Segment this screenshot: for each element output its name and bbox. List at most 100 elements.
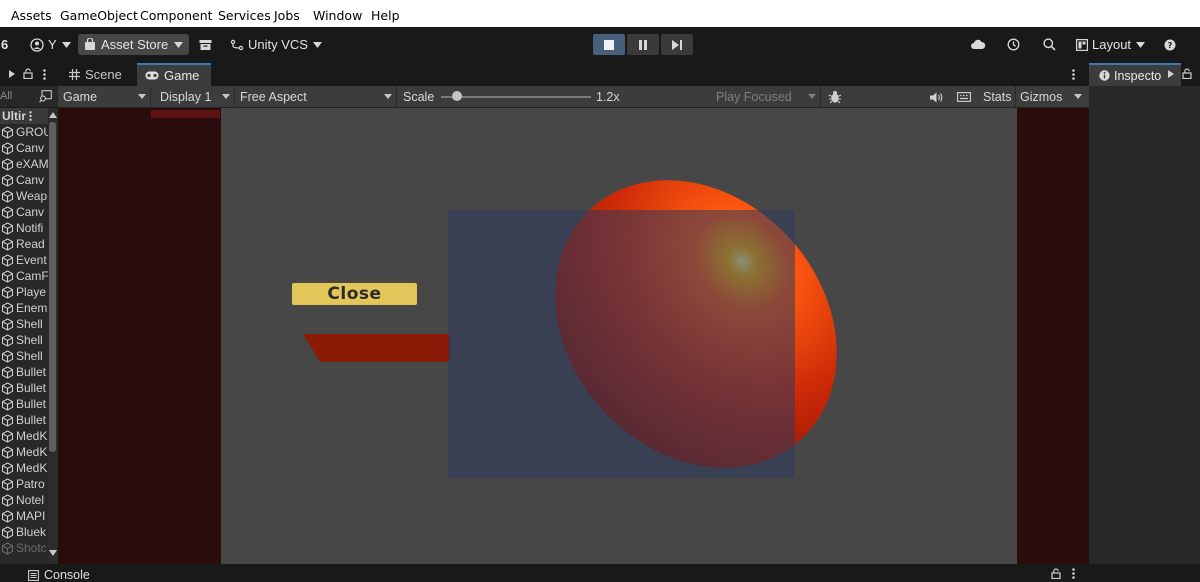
- hierarchy-item[interactable]: Playe: [0, 284, 48, 300]
- lock-icon[interactable]: [23, 68, 33, 79]
- chevron-down-icon: [174, 41, 184, 48]
- account-dropdown[interactable]: Y: [30, 34, 71, 55]
- hierarchy-item[interactable]: Canv: [0, 204, 48, 220]
- hierarchy-item[interactable]: Canv: [0, 140, 48, 156]
- scene-render: [303, 180, 837, 478]
- hierarchy-item-label: GROU: [16, 125, 48, 139]
- kebab-menu-icon[interactable]: [1072, 69, 1075, 80]
- tab-console[interactable]: Console: [28, 568, 90, 582]
- hierarchy-item[interactable]: eXAM: [0, 156, 48, 172]
- red-laser-beam: [303, 334, 450, 362]
- menu-component[interactable]: Component: [140, 8, 213, 23]
- menu-help[interactable]: Help: [371, 8, 400, 23]
- menu-assets[interactable]: Assets: [11, 8, 52, 23]
- game-mode-dropdown[interactable]: Game: [58, 86, 151, 108]
- kebab-menu-icon[interactable]: [1072, 568, 1075, 579]
- hierarchy-item[interactable]: Bullet: [0, 396, 48, 412]
- hierarchy-item[interactable]: MedK: [0, 444, 48, 460]
- hierarchy-scrollbar[interactable]: [48, 108, 58, 564]
- scale-slider[interactable]: Scale 1.2x: [403, 86, 633, 108]
- hierarchy-item-label: eXAM: [16, 157, 48, 171]
- hierarchy-item[interactable]: GROU: [0, 124, 48, 140]
- aspect-dropdown[interactable]: Free Aspect: [235, 86, 397, 108]
- gameobject-cube-icon: [1, 541, 14, 555]
- play-focused-dropdown[interactable]: Play Focused: [711, 86, 821, 108]
- stop-button[interactable]: [593, 34, 625, 55]
- lock-icon[interactable]: [1051, 568, 1061, 579]
- hierarchy-item[interactable]: Patro: [0, 476, 48, 492]
- chevron-right-icon[interactable]: [9, 70, 15, 78]
- tab-scene[interactable]: Scene: [61, 63, 137, 86]
- hierarchy-item[interactable]: Bullet: [0, 380, 48, 396]
- hierarchy-item[interactable]: Shotc: [0, 540, 48, 556]
- menu-services[interactable]: Services: [218, 8, 271, 23]
- kebab-menu-icon[interactable]: [43, 69, 46, 80]
- branch-icon: [230, 39, 244, 50]
- help-button[interactable]: ?: [1164, 34, 1176, 55]
- hierarchy-item[interactable]: Enem: [0, 300, 48, 316]
- hierarchy-item[interactable]: Canv: [0, 172, 48, 188]
- scroll-down-icon[interactable]: [49, 550, 57, 556]
- layout-dropdown[interactable]: Layout: [1076, 34, 1146, 55]
- debug-button[interactable]: [828, 86, 846, 108]
- hierarchy-item[interactable]: Shell: [0, 332, 48, 348]
- hierarchy-item[interactable]: Read: [0, 236, 48, 252]
- gameobject-cube-icon: [1, 381, 14, 395]
- gameobject-cube-icon: [1, 461, 14, 475]
- hierarchy-search-placeholder: All: [0, 90, 13, 102]
- kebab-menu-icon[interactable]: [29, 111, 32, 121]
- hierarchy-item[interactable]: Weap: [0, 188, 48, 204]
- step-button[interactable]: [661, 34, 693, 55]
- hierarchy-item[interactable]: MedK: [0, 460, 48, 476]
- menu-window[interactable]: Window: [313, 8, 362, 23]
- hierarchy-item-label: Canv: [16, 173, 45, 187]
- hierarchy-panel: All Ultir GROU Canv eXAM Canv Weap Canv Notifi…: [0, 62, 58, 564]
- tab-inspector-label: Inspecto: [1114, 68, 1162, 83]
- search-button[interactable]: [1043, 34, 1056, 55]
- inspector-panel: Inspecto: [1089, 62, 1200, 564]
- gameobject-cube-icon: [1, 413, 14, 427]
- menu-gameobject[interactable]: GameObject: [60, 8, 138, 23]
- tab-game[interactable]: Game: [137, 63, 211, 86]
- gameobject-cube-icon: [1, 253, 14, 267]
- hierarchy-item[interactable]: MedK: [0, 428, 48, 444]
- hierarchy-item[interactable]: Bullet: [0, 364, 48, 380]
- account-icon: [30, 37, 44, 52]
- scene-name: Ultir: [2, 109, 26, 123]
- hierarchy-item[interactable]: Shell: [0, 316, 48, 332]
- shortcut-button[interactable]: [957, 86, 972, 108]
- hierarchy-item[interactable]: Shell: [0, 348, 48, 364]
- cloud-button[interactable]: [970, 34, 986, 55]
- asset-store-label: Asset Store: [101, 37, 169, 52]
- package-manager-button[interactable]: [199, 34, 212, 55]
- asset-store-button[interactable]: Asset Store: [78, 34, 190, 55]
- scene-header-row[interactable]: Ultir: [0, 108, 48, 124]
- scene-search-icon[interactable]: [39, 90, 52, 103]
- hierarchy-item[interactable]: Bluek: [0, 524, 48, 540]
- pause-button[interactable]: [627, 34, 659, 55]
- hierarchy-item[interactable]: CamF: [0, 268, 48, 284]
- scale-slider-track[interactable]: [441, 96, 591, 98]
- chevron-right-icon[interactable]: [1168, 70, 1174, 78]
- hierarchy-item[interactable]: Bullet: [0, 412, 48, 428]
- hierarchy-item[interactable]: Notel: [0, 492, 48, 508]
- game-viewport[interactable]: Close: [58, 108, 1089, 564]
- unity-vcs-dropdown[interactable]: Unity VCS: [230, 34, 322, 55]
- menu-jobs[interactable]: Jobs: [274, 8, 300, 23]
- scroll-up-icon[interactable]: [49, 112, 57, 118]
- gameobject-cube-icon: [1, 285, 14, 299]
- lock-icon[interactable]: [1182, 68, 1192, 79]
- hierarchy-item[interactable]: Notifi: [0, 220, 48, 236]
- scale-slider-thumb[interactable]: [452, 91, 462, 101]
- hierarchy-item[interactable]: Event: [0, 252, 48, 268]
- hierarchy-search-field[interactable]: All: [0, 86, 58, 108]
- stats-button[interactable]: Stats: [983, 86, 1015, 108]
- display-dropdown[interactable]: Display 1: [155, 86, 235, 108]
- hierarchy-scroll-thumb[interactable]: [49, 122, 56, 452]
- history-button[interactable]: [1007, 34, 1020, 55]
- close-button[interactable]: Close: [292, 283, 417, 305]
- mute-audio-button[interactable]: [930, 86, 944, 108]
- gizmos-dropdown[interactable]: Gizmos: [1015, 86, 1086, 108]
- hierarchy-item[interactable]: MAPI: [0, 508, 48, 524]
- ui-overlay-panel: [448, 210, 795, 478]
